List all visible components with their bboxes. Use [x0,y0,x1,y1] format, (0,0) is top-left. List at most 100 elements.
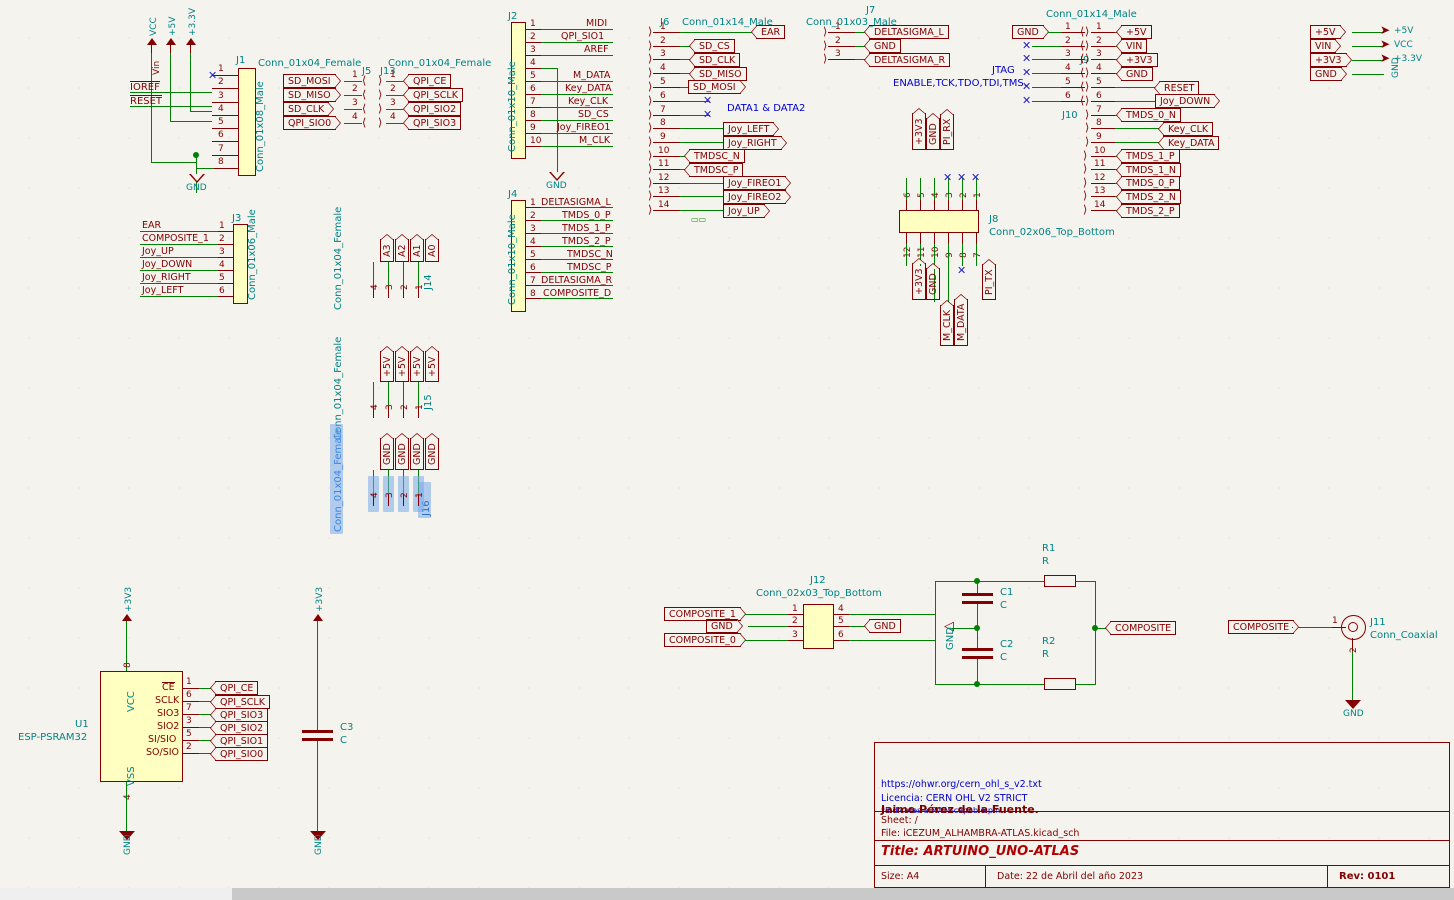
label-gnd-right[interactable]: GND [1310,67,1347,81]
label-joy-fireo1[interactable]: Joy_FIREO1 [723,176,792,190]
label-gnd-j16-2[interactable]: GND [410,438,424,470]
label-pi-tx[interactable]: PI_TX [982,264,996,300]
label-tmds-2-p[interactable]: TMDS_2_P [1116,204,1180,218]
label-qpi-sclk[interactable]: QPI_SCLK [403,88,463,102]
label-a0[interactable]: A0 [425,239,439,262]
label-tmds-1-n[interactable]: TMDS_1_N [1116,163,1181,177]
label-qpi-ce[interactable]: QPI_CE [402,74,452,88]
label-tmdsc-p[interactable]: TMDSC_P [683,163,744,177]
label-vin[interactable]: VIN [1115,39,1148,53]
label-gnd-j10[interactable]: GND [1116,67,1153,81]
j10-pin2-num: 2 [1096,36,1102,46]
label-joy-up[interactable]: Joy_UP [723,204,770,218]
label-sd-clk[interactable]: SD_CLK [688,53,741,67]
label-qpi-sio2-u1[interactable]: QPI_SIO2 [209,721,269,735]
scrollbar-thumb[interactable] [232,888,1454,900]
j12-body[interactable] [803,604,834,649]
label-reset[interactable]: RESET [1153,81,1200,95]
j14-type: Conn_01x04_Female [333,206,344,310]
label-5v[interactable]: +5V [1116,25,1152,39]
j8-w6 [906,178,907,200]
j8-w7 [976,244,977,266]
label-gnd-j16-4[interactable]: GND [380,438,394,470]
j6-pin1 [653,32,680,33]
schematic-canvas[interactable]: VCC +5V +3.3V Vin IOREF RESET 1 ✕ 2 3 4 … [0,0,1454,900]
label-a2[interactable]: A2 [395,239,409,262]
label-qpi-sio2[interactable]: QPI_SIO2 [402,102,462,116]
label-5v-j15-2[interactable]: +5V [410,351,424,382]
label-composite-0[interactable]: COMPOSITE_0 [664,633,746,647]
j3-body[interactable] [233,224,248,304]
pin-arrow: ⟩ [1083,149,1088,162]
label-qpi-ce-u1[interactable]: QPI_CE [209,681,259,695]
label-qpi-sio0[interactable]: QPI_SIO0 [283,116,342,130]
j2-pin10-name: M_CLK [579,135,611,146]
label-composite-in[interactable]: COMPOSITE [1228,620,1300,634]
j10-wire5 [1115,87,1159,88]
label-qpi-sio1-u1[interactable]: QPI_SIO1 [209,734,269,748]
label-m-clk[interactable]: M_CLK [940,304,954,346]
j6-pin7 [653,115,680,116]
label-sd-mosi[interactable]: SD_MOSI [688,80,746,94]
j9-pin6-num: 6 [1065,91,1071,101]
license-url: https://ohwr.org/cern_ohl_s_v2.txt [881,779,1042,790]
label-joy-fireo2[interactable]: Joy_FIREO2 [723,190,792,204]
j13-pin3-num: 3 [390,98,396,108]
label-5v-j15-1[interactable]: +5V [425,351,439,382]
label-3v3-j8-bottom[interactable]: +3V3 [912,263,926,300]
label-joy-down[interactable]: Joy_DOWN [1155,94,1221,108]
label-composite-out[interactable]: COMPOSITE [1104,621,1177,635]
label-joy-left[interactable]: Joy_LEFT [723,122,780,136]
label-3v3-j8-top[interactable]: +3V3 [912,113,926,150]
label-deltasigma-l[interactable]: DELTASIGMA_L [864,25,949,39]
pin-arrow: ⟩ [1085,39,1090,52]
label-tmds-1-p[interactable]: TMDS_1_P [1116,149,1180,163]
label-sd-miso[interactable]: SD_MISO [283,88,341,102]
label-key-data[interactable]: Key_DATA [1157,136,1220,150]
label-gnd[interactable]: GND [864,39,901,53]
label-a3[interactable]: A3 [380,239,394,262]
label-3v3[interactable]: +3V3 [1116,53,1158,67]
label-pi-rx[interactable]: PI_RX [940,113,954,150]
label-key-clk[interactable]: Key_CLK [1157,122,1214,136]
r1-body[interactable] [1044,575,1076,587]
label-gnd-j16-1[interactable]: GND [425,438,439,470]
label-sd-miso[interactable]: SD_MISO [689,67,747,81]
label-a1[interactable]: A1 [410,239,424,262]
label-joy-right[interactable]: Joy_RIGHT [723,136,787,150]
label-gnd-j12-right[interactable]: GND [864,619,901,633]
j16-type: Conn_01x04_Female [333,428,344,532]
label-sd-mosi[interactable]: SD_MOSI [283,74,341,88]
label-tmds-0-p[interactable]: TMDS_0_P [1116,176,1180,190]
label-gnd-j8-bottom[interactable]: GND [926,268,940,300]
label-tmds-2-n[interactable]: TMDS_2_N [1116,190,1181,204]
label-gnd-j16-3[interactable]: GND [395,438,409,470]
label-vin-right[interactable]: VIN [1310,39,1342,53]
label-sd-clk[interactable]: SD_CLK [283,102,335,116]
label-gnd-j12[interactable]: GND [706,619,743,633]
label-3v3-right[interactable]: +3V3 [1310,53,1352,67]
label-gnd-j9[interactable]: GND [1012,25,1049,39]
j9-wire1 [1048,32,1061,33]
label-ear[interactable]: EAR [750,25,786,39]
j10-wire9 [1115,142,1163,143]
label-qpi-sio3[interactable]: QPI_SIO3 [402,116,462,130]
r2-body[interactable] [1044,678,1076,690]
label-sd-cs[interactable]: SD_CS [689,39,735,53]
j1-body[interactable] [238,68,256,176]
label-gnd-j8-top[interactable]: GND [926,118,940,150]
label-5v-j15-4[interactable]: +5V [380,351,394,382]
label-tmds-0-n[interactable]: TMDS_0_N [1116,108,1181,122]
no-connect-icon: ✕ [957,264,967,277]
label-5v-j15-3[interactable]: +5V [395,351,409,382]
j8-body[interactable] [899,210,979,233]
label-5v-right[interactable]: +5V [1310,25,1345,39]
label-deltasigma-r[interactable]: DELTASIGMA_R [863,53,951,67]
label-m-data[interactable]: M_DATA [954,298,968,346]
label-qpi-sclk-u1[interactable]: QPI_SCLK [210,695,270,709]
title-block[interactable]: https://ohwr.org/cern_ohl_s_v2.txt Licen… [874,742,1450,889]
label-tmdsc-n[interactable]: TMDSC_N [684,149,745,163]
label-qpi-sio0-u1[interactable]: QPI_SIO0 [209,747,269,761]
horizontal-scrollbar[interactable] [0,888,1454,900]
label-qpi-sio3-u1[interactable]: QPI_SIO3 [209,708,269,722]
